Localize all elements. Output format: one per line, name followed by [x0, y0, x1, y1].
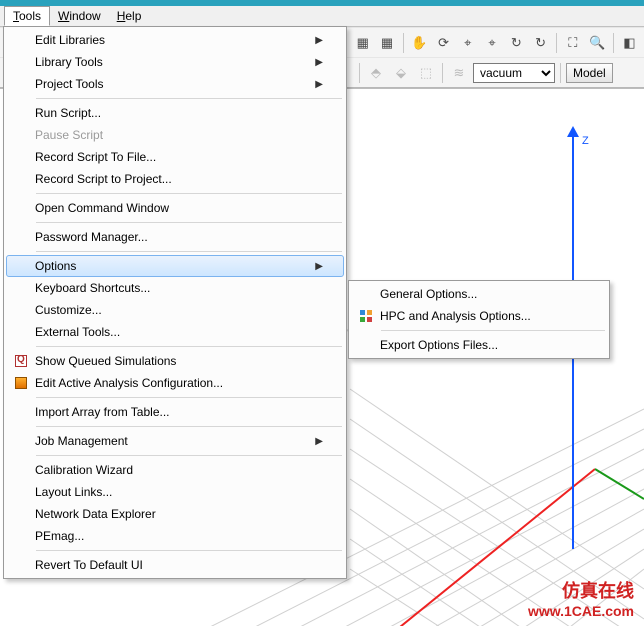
config-icon	[15, 377, 27, 389]
menu-item-record-script-file[interactable]: Record Script To File...	[6, 146, 344, 168]
menu-window[interactable]: Window	[50, 7, 109, 25]
menu-item-project-tools[interactable]: Project Tools▶	[6, 73, 344, 95]
refresh-icon[interactable]: ↻	[506, 32, 527, 54]
queue-icon	[15, 355, 27, 367]
tool-icon[interactable]: ≋	[448, 62, 470, 84]
menu-item-external-tools[interactable]: External Tools...	[6, 321, 344, 343]
separator	[556, 33, 557, 53]
tool-icon[interactable]: ⬚	[415, 62, 437, 84]
separator	[36, 346, 342, 347]
menu-item-library-tools[interactable]: Library Tools▶	[6, 51, 344, 73]
menu-item-revert-default-ui[interactable]: Revert To Default UI	[6, 554, 344, 576]
menu-item-run-script[interactable]: Run Script...	[6, 102, 344, 124]
separator	[36, 222, 342, 223]
menu-item-job-management[interactable]: Job Management▶	[6, 430, 344, 452]
tool-icon[interactable]: ⬘	[365, 62, 387, 84]
orbit-icon[interactable]: ⌖	[481, 32, 502, 54]
grid-icon[interactable]: ▦	[376, 32, 397, 54]
separator	[36, 193, 342, 194]
menu-item-options[interactable]: Options▶	[6, 255, 344, 277]
model-button[interactable]: Model	[566, 63, 613, 83]
hpc-icon	[360, 310, 372, 322]
menu-item-edit-active-analysis[interactable]: Edit Active Analysis Configuration...	[6, 372, 344, 394]
separator	[381, 330, 605, 331]
grid-icon[interactable]: ▦	[352, 32, 373, 54]
menu-tools[interactable]: Tools	[4, 6, 50, 26]
chevron-right-icon: ▶	[311, 35, 323, 46]
rotate-icon[interactable]: ⟳	[433, 32, 454, 54]
menu-item-pemag[interactable]: PEmag...	[6, 525, 344, 547]
separator	[36, 455, 342, 456]
menu-item-edit-libraries[interactable]: Edit Libraries▶	[6, 29, 344, 51]
menu-item-general-options[interactable]: General Options...	[351, 283, 607, 305]
brand-url: www.1CAE.com	[528, 603, 634, 621]
chevron-right-icon: ▶	[311, 57, 323, 68]
brand-footer: 仿真在线 www.1CAE.com	[528, 580, 634, 620]
tools-dropdown: Edit Libraries▶ Library Tools▶ Project T…	[3, 26, 347, 579]
separator	[613, 33, 614, 53]
menu-item-calibration-wizard[interactable]: Calibration Wizard	[6, 459, 344, 481]
refresh-icon[interactable]: ↻	[530, 32, 551, 54]
separator	[442, 63, 443, 83]
separator	[403, 33, 404, 53]
menu-item-record-script-project[interactable]: Record Script to Project...	[6, 168, 344, 190]
brand-cn: 仿真在线	[528, 580, 634, 603]
material-select[interactable]: vacuum	[473, 63, 555, 83]
zoom-icon[interactable]: 🔍	[586, 32, 607, 54]
chevron-right-icon: ▶	[311, 79, 323, 90]
menu-item-export-options-files[interactable]: Export Options Files...	[351, 334, 607, 356]
menu-item-pause-script: Pause Script	[6, 124, 344, 146]
chevron-right-icon: ▶	[311, 436, 323, 447]
menu-item-import-array[interactable]: Import Array from Table...	[6, 401, 344, 423]
menu-help[interactable]: Help	[109, 7, 150, 25]
pan-icon[interactable]: ✋	[409, 32, 430, 54]
options-submenu: General Options... HPC and Analysis Opti…	[348, 280, 610, 359]
separator	[36, 397, 342, 398]
menu-item-open-command-window[interactable]: Open Command Window	[6, 197, 344, 219]
z-axis-label: Z	[582, 135, 589, 147]
menu-item-hpc-analysis-options[interactable]: HPC and Analysis Options...	[351, 305, 607, 327]
separator	[560, 63, 561, 83]
menu-item-keyboard-shortcuts[interactable]: Keyboard Shortcuts...	[6, 277, 344, 299]
separator	[36, 251, 342, 252]
separator	[36, 98, 342, 99]
orbit-icon[interactable]: ⌖	[457, 32, 478, 54]
menu-item-network-data-explorer[interactable]: Network Data Explorer	[6, 503, 344, 525]
zoom-extents-icon[interactable]: ⛶	[562, 32, 583, 54]
tool-icon[interactable]: ⬙	[390, 62, 412, 84]
menu-item-layout-links[interactable]: Layout Links...	[6, 481, 344, 503]
chevron-right-icon: ▶	[311, 261, 323, 272]
separator	[36, 426, 342, 427]
menu-item-customize[interactable]: Customize...	[6, 299, 344, 321]
view-icon[interactable]: ◧	[619, 32, 640, 54]
separator	[359, 63, 360, 83]
separator	[36, 550, 342, 551]
menu-bar: Tools Window Help	[0, 6, 644, 27]
menu-item-show-queued[interactable]: Show Queued Simulations	[6, 350, 344, 372]
menu-item-password-manager[interactable]: Password Manager...	[6, 226, 344, 248]
